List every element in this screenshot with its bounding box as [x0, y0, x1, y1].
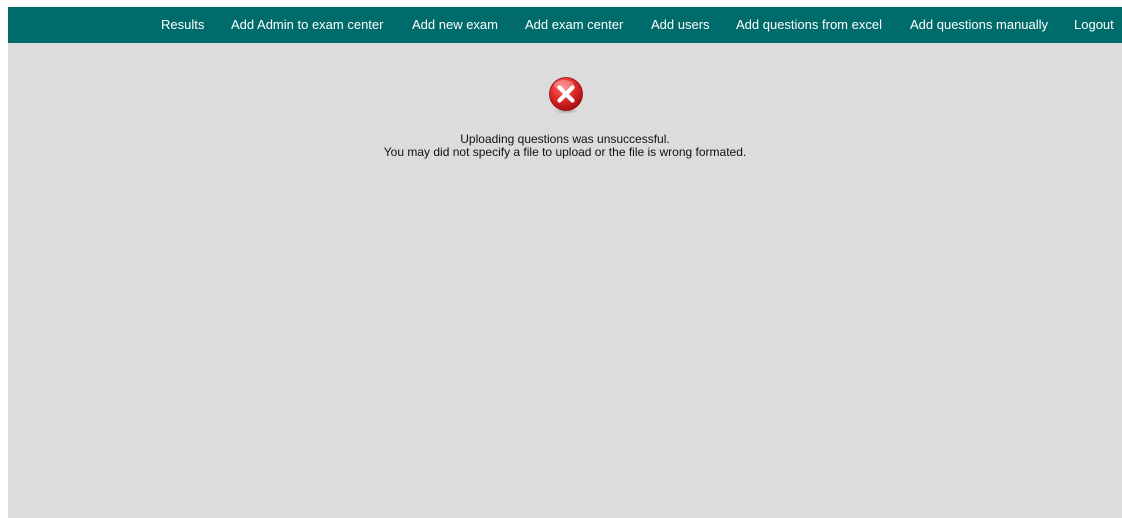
nav-add-questions-from-excel[interactable]: Add questions from excel [736, 7, 882, 43]
nav-add-questions-manually[interactable]: Add questions manually [910, 7, 1048, 43]
nav-add-users[interactable]: Add users [651, 7, 710, 43]
error-detail: You may did not specify a file to upload… [383, 145, 747, 159]
nav-add-admin-to-exam-center[interactable]: Add Admin to exam center [231, 7, 383, 43]
top-navbar: Results Add Admin to exam center Add new… [8, 7, 1122, 43]
error-x-icon [549, 77, 583, 114]
nav-add-new-exam[interactable]: Add new exam [412, 7, 498, 43]
nav-logout[interactable]: Logout [1074, 7, 1114, 43]
nav-results[interactable]: Results [161, 7, 204, 43]
app-frame: Results Add Admin to exam center Add new… [8, 7, 1122, 518]
nav-add-exam-center[interactable]: Add exam center [525, 7, 623, 43]
error-title: Uploading questions was unsuccessful. [460, 132, 670, 146]
